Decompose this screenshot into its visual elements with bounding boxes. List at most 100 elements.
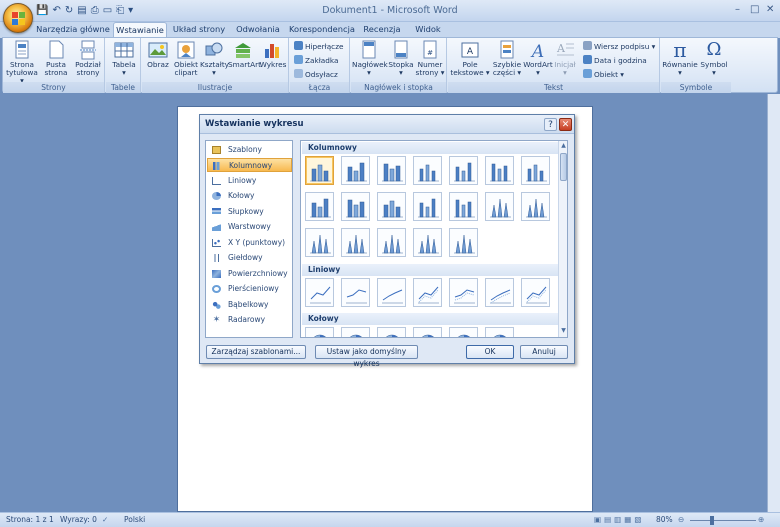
tab-widok[interactable]: Widok <box>410 22 446 38</box>
help-button[interactable]: ? <box>544 118 557 131</box>
category-babelkowy[interactable]: Bąbelkowy <box>207 298 292 312</box>
category-slupkowy[interactable]: Słupkowy <box>207 205 292 219</box>
line-subtype-4[interactable] <box>413 278 442 307</box>
column-subtype-11[interactable] <box>413 192 442 221</box>
symbol-button[interactable]: Ω Symbol ▾ <box>699 40 729 77</box>
column-subtype-16[interactable] <box>341 228 370 257</box>
column-subtype-5[interactable] <box>449 156 478 185</box>
line-subtype-1[interactable] <box>305 278 334 307</box>
pie-subtype-5[interactable] <box>449 327 478 337</box>
category-pierscieniowy[interactable]: Pierścieniowy <box>207 282 292 296</box>
category-xy[interactable]: X Y (punktowy) <box>207 236 292 250</box>
category-szablony[interactable]: Szablony <box>207 143 292 157</box>
footer-button[interactable]: Stopka ▾ <box>387 40 415 77</box>
category-liniowy[interactable]: Liniowy <box>207 174 292 188</box>
line-subtype-7[interactable] <box>521 278 550 307</box>
pie-subtype-4[interactable] <box>413 327 442 337</box>
smartart-button[interactable]: SmartArt <box>228 40 261 69</box>
scroll-down-icon[interactable]: ▼ <box>560 327 567 335</box>
maximize-button[interactable]: □ <box>750 4 759 15</box>
proofing-icon[interactable]: ✓ <box>102 515 108 524</box>
column-subtype-6[interactable] <box>485 156 514 185</box>
manage-templates-button[interactable]: Zarządzaj szablonami... <box>206 345 306 359</box>
column-subtype-1[interactable] <box>305 156 334 185</box>
column-subtype-13[interactable] <box>485 192 514 221</box>
view-buttons[interactable]: ▣▤▥▦▧ <box>594 515 644 524</box>
column-subtype-4[interactable] <box>413 156 442 185</box>
table-button[interactable]: Tabela ▾ <box>109 40 139 77</box>
line-subtype-5[interactable] <box>449 278 478 307</box>
category-kolumnowy[interactable]: Kolumnowy <box>207 158 292 172</box>
category-radarowy[interactable]: ✶ Radarowy <box>207 313 292 327</box>
vertical-scrollbar[interactable] <box>767 94 780 512</box>
drop-cap-button[interactable]: A Inicjał ▾ <box>552 40 578 77</box>
pie-subtype-1[interactable] <box>305 327 334 337</box>
tab-recenzja[interactable]: Recenzja <box>360 22 404 38</box>
shapes-button[interactable]: Kształty ▾ <box>200 40 229 77</box>
hyperlink-button[interactable]: Hiperłącze <box>294 41 344 53</box>
signature-line-button[interactable]: Wiersz podpisu ▾ <box>583 41 655 53</box>
column-subtype-18[interactable] <box>413 228 442 257</box>
zoom-in-icon[interactable]: ⊕ <box>758 515 764 524</box>
column-subtype-14[interactable] <box>521 192 550 221</box>
column-subtype-9[interactable] <box>341 192 370 221</box>
zoom-slider-track[interactable] <box>690 520 756 521</box>
tab-odwolania[interactable]: Odwołania <box>233 22 283 38</box>
line-subtype-6[interactable] <box>485 278 514 307</box>
close-button[interactable]: ✕ <box>766 4 774 15</box>
object-button[interactable]: Obiekt ▾ <box>583 69 624 81</box>
tab-wstawianie[interactable]: Wstawianie <box>113 22 167 38</box>
pie-subtype-3[interactable] <box>377 327 406 337</box>
ok-button[interactable]: OK <box>466 345 514 359</box>
line-subtype-3[interactable] <box>377 278 406 307</box>
word-count[interactable]: Wyrazy: 0 <box>60 515 97 524</box>
column-subtype-3[interactable] <box>377 156 406 185</box>
zoom-out-icon[interactable]: ⊖ <box>678 515 684 524</box>
category-kolowy[interactable]: Kołowy <box>207 189 292 203</box>
picture-button[interactable]: Obraz <box>145 40 171 69</box>
scroll-thumb[interactable] <box>560 153 567 181</box>
office-button[interactable] <box>3 3 33 33</box>
pie-subtype-6[interactable] <box>485 327 514 337</box>
blank-page-button[interactable]: Pusta strona <box>41 40 71 77</box>
category-warstwowy[interactable]: Warstwowy <box>207 220 292 234</box>
date-time-button[interactable]: Data i godzina <box>583 55 647 67</box>
cancel-button[interactable]: Anuluj <box>520 345 568 359</box>
category-gieldowy[interactable]: Giełdowy <box>207 251 292 265</box>
page-break-button[interactable]: Podział strony <box>73 40 103 77</box>
zoom-slider-thumb[interactable] <box>710 516 714 525</box>
tab-korespondencja[interactable]: Korespondencja <box>288 22 356 38</box>
bookmark-button[interactable]: Zakładka <box>294 55 338 67</box>
title-page-button[interactable]: Strona tytułowa ▾ <box>5 40 39 85</box>
clipart-button[interactable]: Obiekt clipart <box>172 40 200 77</box>
gallery-scrollbar[interactable]: ▲ ▼ <box>558 141 567 337</box>
column-subtype-8[interactable] <box>305 192 334 221</box>
minimize-button[interactable]: – <box>735 4 740 15</box>
text-box-button[interactable]: A Pole tekstowe ▾ <box>450 40 490 77</box>
tab-uklad-strony[interactable]: Układ strony <box>170 22 228 38</box>
column-subtype-2[interactable] <box>341 156 370 185</box>
line-subtype-2[interactable] <box>341 278 370 307</box>
scroll-up-icon[interactable]: ▲ <box>560 142 567 150</box>
language[interactable]: Polski <box>124 515 145 524</box>
column-subtype-10[interactable] <box>377 192 406 221</box>
category-powierzchniowy[interactable]: Powierzchniowy <box>207 267 292 281</box>
page-number-button[interactable]: # Numer strony ▾ <box>415 40 445 77</box>
column-subtype-15[interactable] <box>305 228 334 257</box>
pie-subtype-2[interactable] <box>341 327 370 337</box>
column-subtype-12[interactable] <box>449 192 478 221</box>
wordart-button[interactable]: A WordArt ▾ <box>523 40 553 77</box>
page-count[interactable]: Strona: 1 z 1 <box>6 515 54 524</box>
set-default-chart-button[interactable]: Ustaw jako domyślny wykres <box>315 345 418 368</box>
header-button[interactable]: Nagłówek ▾ <box>352 40 388 77</box>
tab-narzedzia-glowne[interactable]: Narzędzia główne <box>34 22 112 38</box>
column-subtype-7[interactable] <box>521 156 550 185</box>
equation-button[interactable]: π Równanie ▾ <box>662 40 698 77</box>
zoom-level[interactable]: 80% <box>656 515 673 524</box>
column-subtype-17[interactable] <box>377 228 406 257</box>
quick-parts-button[interactable]: Szybkie części ▾ <box>490 40 524 77</box>
dialog-close-button[interactable]: ✕ <box>559 118 572 131</box>
cross-reference-button[interactable]: Odsyłacz <box>294 69 338 81</box>
column-subtype-19[interactable] <box>449 228 478 257</box>
chart-button[interactable]: Wykres <box>258 40 288 69</box>
